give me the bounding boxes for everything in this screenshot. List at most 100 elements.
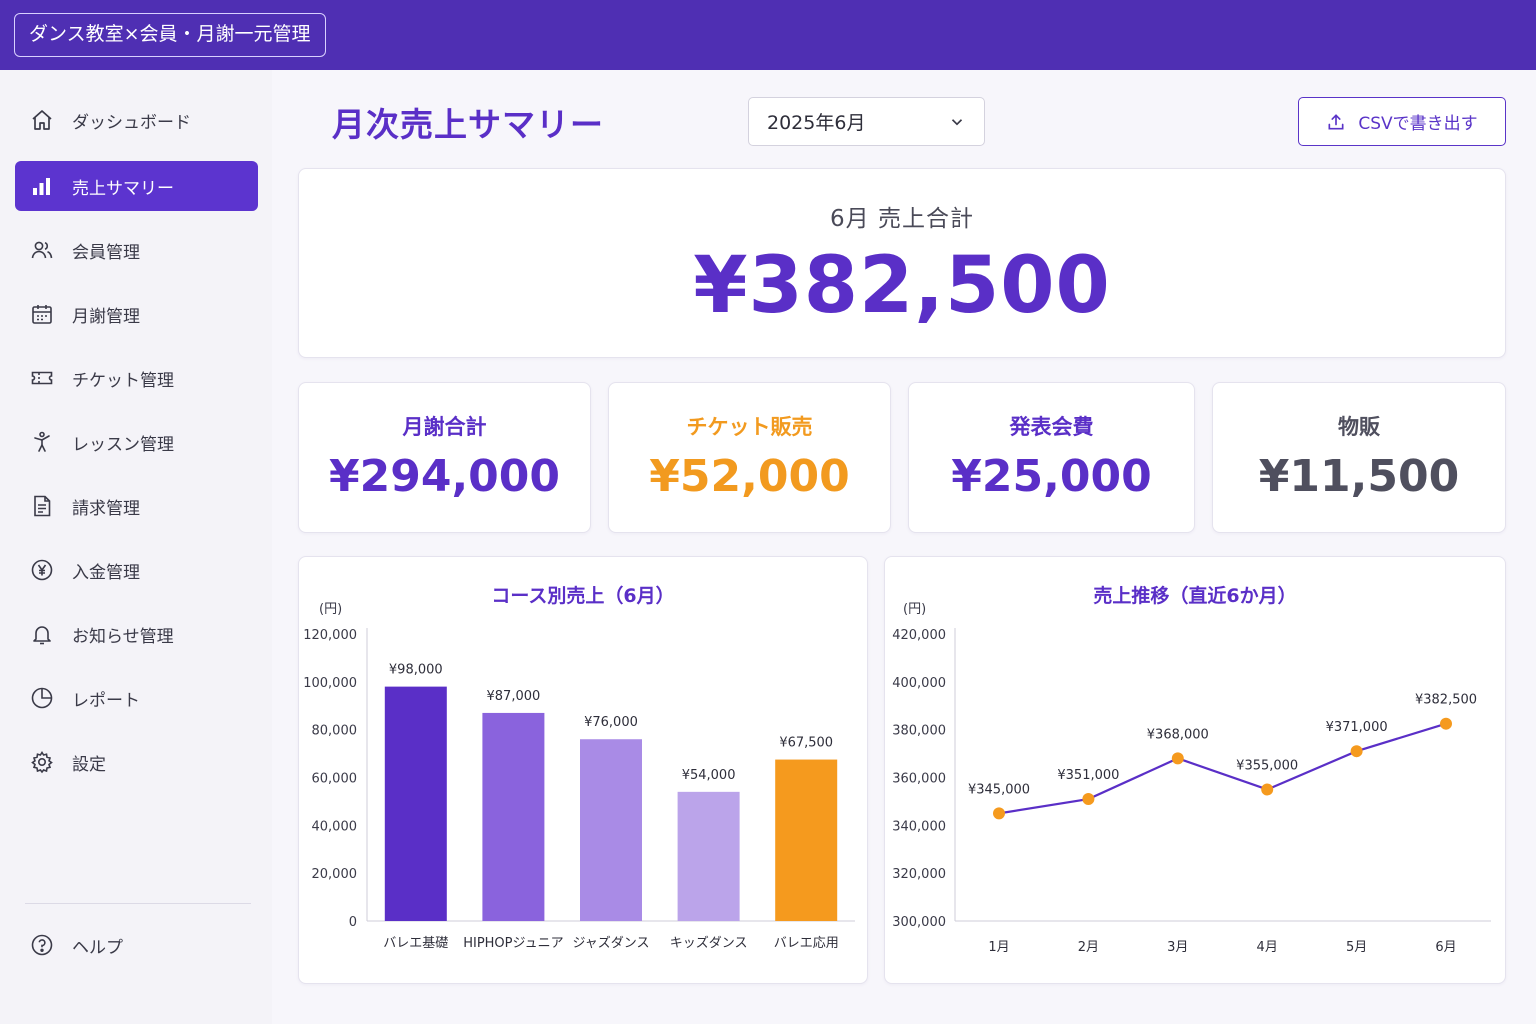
sidebar-item-label: 会員管理	[72, 242, 140, 263]
bar	[775, 759, 838, 921]
chevron-down-icon	[951, 119, 963, 126]
calendar-icon	[29, 301, 55, 327]
kpi-label: 発表会費	[1009, 415, 1094, 439]
x-tick-label: ジャズダンス	[572, 935, 649, 951]
bar	[677, 791, 740, 921]
sidebar-item-label: チケット管理	[72, 370, 174, 391]
kpi-label: 物販	[1338, 415, 1380, 439]
sidebar-item-label: 入金管理	[72, 562, 140, 583]
y-tick-label: 20,000	[312, 867, 358, 882]
bar-value-label: ¥87,000	[487, 689, 541, 704]
sales-trend-chart-card: 売上推移（直近6か月） (円) 300,000 320,000 340,000 360,…	[884, 556, 1506, 984]
bar-value-label: ¥98,000	[389, 663, 443, 678]
bar-value-label: ¥67,500	[779, 736, 833, 751]
sidebar-item-tuition[interactable]: 月謝管理	[15, 289, 258, 339]
bar	[580, 739, 642, 921]
point-value-label: ¥345,000	[968, 782, 1030, 797]
x-tick-label: 2月	[1078, 940, 1099, 955]
data-point	[1261, 783, 1274, 796]
bar	[482, 712, 545, 921]
point-value-label: ¥368,000	[1147, 727, 1209, 742]
users-icon	[29, 237, 55, 263]
sidebar-item-help[interactable]: ヘルプ	[15, 920, 258, 970]
kpi-card-tuition: 月謝合計 ¥294,000	[298, 382, 591, 533]
total-sales-label: 6月 売上合計	[830, 206, 974, 232]
data-point	[1082, 793, 1095, 806]
y-tick-label: 100,000	[303, 676, 357, 691]
sidebar-item-label: ダッシュボード	[72, 112, 191, 133]
y-tick-label: 320,000	[892, 867, 946, 882]
y-tick-label: 60,000	[312, 772, 358, 787]
bar-chart-icon	[29, 173, 55, 199]
home-icon	[29, 107, 55, 133]
y-tick-label: 380,000	[892, 724, 946, 739]
y-tick-label: 420,000	[892, 628, 946, 643]
total-sales-value: ¥382,500	[693, 241, 1111, 331]
sidebar-item-members[interactable]: 会員管理	[15, 225, 258, 275]
course-sales-chart-card: コース別売上（6月） (円) 0 20,000 40,000 60,000 80,000 1…	[298, 556, 868, 984]
bell-icon	[29, 621, 55, 647]
y-tick-label: 40,000	[312, 819, 358, 834]
sidebar-item-billing[interactable]: 請求管理	[15, 481, 258, 531]
y-axis-unit: (円)	[319, 602, 342, 617]
point-value-label: ¥371,000	[1326, 720, 1388, 735]
y-tick-label: 340,000	[892, 819, 946, 834]
data-point	[1440, 717, 1452, 730]
help-icon	[29, 932, 55, 958]
kpi-card-merchandise: 物販 ¥11,500	[1212, 382, 1506, 533]
month-select[interactable]: 2025年6月	[748, 97, 985, 146]
bar-value-label: ¥76,000	[584, 715, 638, 730]
sidebar-item-label: 請求管理	[72, 498, 140, 519]
page-title: 月次売上サマリー	[332, 105, 604, 144]
sidebar-item-notices[interactable]: お知らせ管理	[15, 609, 258, 659]
top-bar: ダンス教室×会員・月謝一元管理	[0, 0, 1536, 70]
data-point	[993, 807, 1005, 820]
kpi-label: 月謝合計	[402, 415, 487, 439]
yen-circle-icon	[29, 557, 55, 583]
sidebar-item-label: 設定	[72, 754, 106, 775]
kpi-value: ¥11,500	[1258, 451, 1460, 502]
sidebar-divider	[25, 903, 251, 904]
sidebar-item-settings[interactable]: 設定	[15, 737, 258, 787]
data-point	[1171, 752, 1184, 765]
x-tick-label: 3月	[1167, 940, 1188, 955]
document-icon	[29, 493, 55, 519]
y-axis-unit: (円)	[903, 602, 926, 617]
kpi-label: チケット販売	[686, 415, 813, 439]
data-point	[1350, 745, 1363, 758]
x-tick-label: 6月	[1435, 940, 1456, 955]
point-value-label: ¥355,000	[1236, 758, 1298, 773]
x-tick-label: 1月	[988, 940, 1009, 955]
kpi-value: ¥52,000	[649, 451, 850, 502]
point-value-label: ¥382,500	[1415, 693, 1477, 708]
dancer-icon	[29, 429, 55, 455]
month-select-value: 2025年6月	[767, 112, 866, 134]
sidebar-item-label: 月謝管理	[72, 306, 140, 327]
sidebar-item-sales-summary[interactable]: 売上サマリー	[15, 161, 258, 211]
point-value-label: ¥351,000	[1057, 768, 1119, 783]
x-tick-label: バレエ応用	[774, 936, 839, 951]
csv-export-button[interactable]: CSVで書き出す	[1298, 97, 1506, 146]
total-sales-card: 6月 売上合計 ¥382,500	[298, 168, 1506, 358]
bar-value-label: ¥54,000	[682, 768, 736, 783]
sidebar-item-tickets[interactable]: チケット管理	[15, 353, 258, 403]
sidebar-item-dashboard[interactable]: ダッシュボード	[15, 95, 258, 145]
sidebar-item-payments[interactable]: 入金管理	[15, 545, 258, 595]
kpi-card-tickets: チケット販売 ¥52,000	[608, 382, 891, 533]
sidebar-item-label: ヘルプ	[72, 937, 123, 958]
ticket-icon	[29, 365, 55, 391]
sidebar-item-label: レポート	[72, 690, 140, 711]
x-tick-label: キッズダンス	[670, 935, 748, 951]
sidebar-item-label: 売上サマリー	[72, 178, 174, 199]
y-tick-label: 0	[349, 915, 357, 930]
y-tick-label: 400,000	[892, 676, 946, 691]
sidebar-item-label: レッスン管理	[72, 434, 174, 455]
x-tick-label: バレエ基礎	[383, 936, 448, 951]
x-tick-label: 5月	[1346, 940, 1367, 955]
x-tick-label: 4月	[1257, 940, 1278, 955]
x-tick-label: HIPHOPジュニア	[463, 936, 563, 951]
sidebar-item-label: お知らせ管理	[72, 626, 174, 647]
app-title[interactable]: ダンス教室×会員・月謝一元管理	[14, 13, 326, 57]
sidebar-item-reports[interactable]: レポート	[15, 673, 258, 723]
sidebar-item-lessons[interactable]: レッスン管理	[15, 417, 258, 467]
